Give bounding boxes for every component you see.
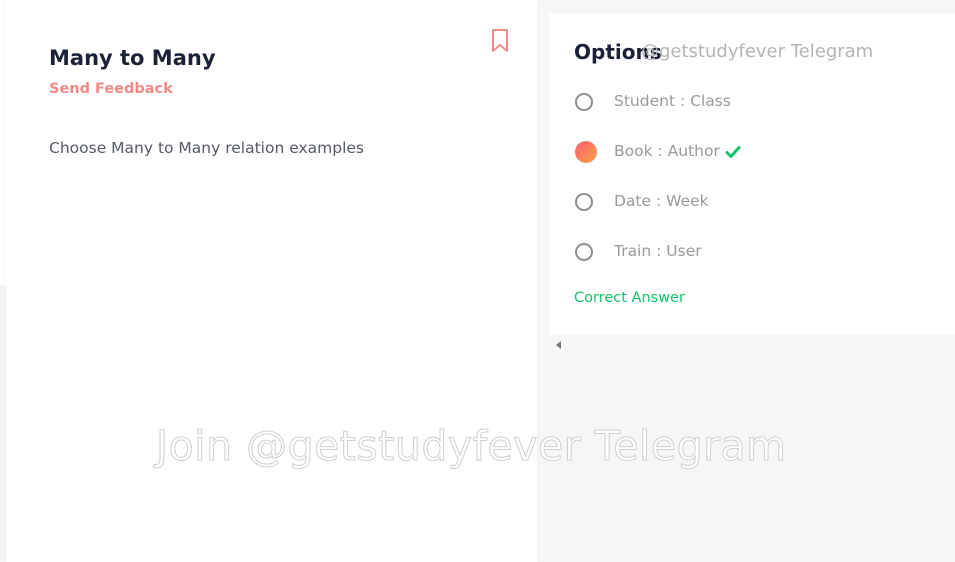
question-text: Choose Many to Many relation examples <box>49 139 365 157</box>
radio-button[interactable] <box>575 93 593 111</box>
send-feedback-link[interactable]: Send Feedback <box>49 81 173 97</box>
option-label: Date : Week <box>614 192 709 210</box>
correct-answer-label: Correct Answer <box>574 290 685 306</box>
option-book-author[interactable]: Book : Author <box>575 141 935 166</box>
option-label: Book : Author <box>614 142 720 160</box>
option-label: Student : Class <box>614 92 731 110</box>
options-card: Options @getstudyfever Telegram Student … <box>549 13 955 335</box>
option-date-week[interactable]: Date : Week <box>575 192 935 216</box>
bookmark-icon[interactable] <box>490 28 510 54</box>
option-train-user[interactable]: Train : User <box>575 242 935 266</box>
watermark-text: @getstudyfever Telegram <box>641 41 874 62</box>
option-label: Train : User <box>614 242 702 260</box>
radio-button-selected[interactable] <box>575 141 597 163</box>
radio-button[interactable] <box>575 243 593 261</box>
checkmark-icon <box>725 146 741 158</box>
option-student-class[interactable]: Student : Class <box>575 92 935 116</box>
scroll-left-arrow-icon[interactable] <box>556 341 561 349</box>
question-title: Many to Many <box>49 46 216 70</box>
watermark-overlay: Join @getstudyfever Telegram <box>156 422 787 471</box>
radio-button[interactable] <box>575 193 593 211</box>
question-panel: Many to Many Send Feedback Choose Many t… <box>6 0 537 562</box>
